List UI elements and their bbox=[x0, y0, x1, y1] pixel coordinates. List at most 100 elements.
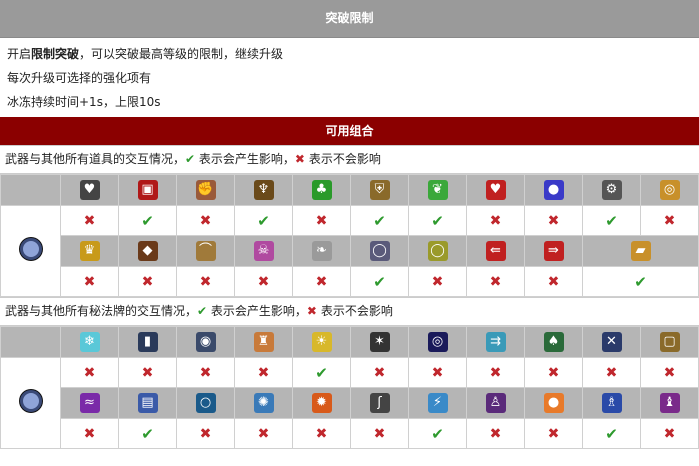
gauntlet-icon[interactable]: ✊ bbox=[195, 180, 216, 200]
weapon-icon-cell bbox=[0, 357, 61, 449]
icon-cell: ☀ bbox=[292, 326, 351, 358]
mark-cell: ✖ bbox=[60, 418, 119, 449]
icon-cell: ◎ bbox=[408, 326, 467, 358]
icon-cell: ♣ bbox=[292, 174, 351, 206]
feather-icon[interactable]: ❦ bbox=[427, 180, 448, 200]
icon-cell: ▤ bbox=[118, 387, 177, 419]
check-icon: ✔ bbox=[373, 272, 386, 291]
mark-cell: ✔ bbox=[408, 205, 467, 236]
icon-cell: ◯ bbox=[350, 235, 409, 267]
icon-cell: ✶ bbox=[350, 326, 409, 358]
skull-icon[interactable]: ☠ bbox=[253, 241, 274, 261]
cross-icon: ✖ bbox=[547, 364, 560, 381]
icon-cell: ♝ bbox=[640, 387, 699, 419]
icon-cell: ʃ bbox=[350, 387, 409, 419]
items-note-no: 表示不会影响 bbox=[308, 152, 381, 166]
mark-cell: ✖ bbox=[466, 418, 525, 449]
mark-cell: ✖ bbox=[466, 357, 525, 388]
figure-card-icon[interactable]: ♙ bbox=[485, 393, 506, 413]
ring-icon[interactable]: ◎ bbox=[659, 180, 680, 200]
icon-cell: ❄ bbox=[60, 326, 119, 358]
cross-icon: ✖ bbox=[257, 364, 270, 381]
gold-bar-icon[interactable]: ▰ bbox=[630, 241, 651, 261]
gold-ring-icon[interactable]: ◯ bbox=[427, 241, 448, 261]
mark-cell: ✔ bbox=[292, 357, 351, 388]
crown-icon[interactable]: ♛ bbox=[79, 241, 100, 261]
wing-icon[interactable]: ❧ bbox=[311, 241, 332, 261]
cross-icon: ✖ bbox=[199, 364, 212, 381]
items-note: 武器与其他所有道具的交互情况，✔ 表示会产生影响，✖ 表示不会影响 bbox=[0, 145, 699, 174]
cross-icon: ✖ bbox=[663, 425, 676, 442]
candle-card-icon[interactable]: ♜ bbox=[253, 332, 274, 352]
icon-cell: ○ bbox=[176, 387, 235, 419]
cards-table: ❄ ▮ ◉ ♜ ☀ ✶ ◎ ⇉ ♠ ✕ ▢ ✖ ✖ ✖ ✖ ✔ ✖ ✖ ✖ ✖ ✖ ✖ ≈ ▤ ○ ✺ ✹ ʃ ⚡ ♙ ● ♗ ♝ ✖ ✔ ✖ ✖… bbox=[0, 326, 699, 449]
icon-cell: ▢ bbox=[640, 326, 699, 358]
cross-icon: ✖ bbox=[489, 364, 502, 381]
blue-orb-icon[interactable]: ● bbox=[543, 180, 564, 200]
heart-helmet-icon[interactable]: ♥ bbox=[79, 180, 100, 200]
lightning-card-icon[interactable]: ⚡ bbox=[427, 393, 448, 413]
heart-icon[interactable]: ♥ bbox=[485, 180, 506, 200]
shatter-card-icon[interactable]: ✶ bbox=[369, 332, 390, 352]
ice-card-icon[interactable]: ❄ bbox=[79, 332, 100, 352]
mark-cell: ✖ bbox=[234, 357, 293, 388]
icon-cell: ♙ bbox=[466, 387, 525, 419]
check-icon: ✔ bbox=[315, 363, 328, 382]
helmet-icon[interactable]: ⌒ bbox=[195, 241, 216, 261]
mark-cell: ✖ bbox=[640, 205, 699, 236]
check-icon: ✔ bbox=[373, 211, 386, 230]
blue-figure-card-icon[interactable]: ♗ bbox=[601, 393, 622, 413]
mark-cell: ✖ bbox=[176, 205, 235, 236]
weapon-icon-cell bbox=[0, 205, 61, 297]
cross-icon: ✖ bbox=[257, 425, 270, 442]
icon-cell: ✊ bbox=[176, 174, 235, 206]
cards-note: 武器与其他所有秘法牌的交互情况，✔ 表示会产生影响，✖ 表示不会影响 bbox=[0, 297, 699, 326]
dark-card-icon[interactable]: ▮ bbox=[137, 332, 158, 352]
cake-icon[interactable]: ◆ bbox=[137, 241, 158, 261]
circle-card-icon[interactable]: ○ bbox=[195, 393, 216, 413]
orange-orb-card-icon[interactable]: ● bbox=[543, 393, 564, 413]
mark-cell: ✔ bbox=[350, 266, 409, 297]
wave-card-icon[interactable]: ≈ bbox=[79, 393, 100, 413]
arrows-card-icon[interactable]: ⇉ bbox=[485, 332, 506, 352]
red-arrow-right-icon[interactable]: ⇛ bbox=[543, 241, 564, 261]
frame-card-icon[interactable]: ▢ bbox=[659, 332, 680, 352]
cards-note-pre: 武器与其他所有秘法牌的交互情况， bbox=[5, 304, 198, 318]
purple-card-icon[interactable]: ♝ bbox=[659, 393, 680, 413]
cross-card-icon[interactable]: ✕ bbox=[601, 332, 622, 352]
icon-cell: ❦ bbox=[408, 174, 467, 206]
icon-cell: ♗ bbox=[582, 387, 641, 419]
mark-cell: ✔ bbox=[582, 266, 699, 297]
red-arrow-left-icon[interactable]: ⇚ bbox=[485, 241, 506, 261]
mark-cell: ✖ bbox=[292, 418, 351, 449]
mark-cell: ✖ bbox=[176, 266, 235, 297]
candelabra-icon[interactable]: ♆ bbox=[253, 180, 274, 200]
mark-cell: ✖ bbox=[350, 418, 409, 449]
mark-cell: ✖ bbox=[60, 357, 119, 388]
gear-icon[interactable]: ⚙ bbox=[601, 180, 622, 200]
icon-cell: ◉ bbox=[176, 326, 235, 358]
icon-cell: ♥ bbox=[466, 174, 525, 206]
gray-ring-icon[interactable]: ◯ bbox=[369, 241, 390, 261]
sigil-card-icon[interactable]: ✺ bbox=[253, 393, 274, 413]
armor-icon[interactable]: ⛨ bbox=[369, 180, 390, 200]
book-card-icon[interactable]: ▤ bbox=[137, 393, 158, 413]
spiral-card-icon[interactable]: ◎ bbox=[427, 332, 448, 352]
icon-cell: ▰ bbox=[582, 235, 699, 267]
line1-post: ，可以突破最高等级的限制，继续升级 bbox=[79, 47, 284, 61]
icon-cell: ▣ bbox=[118, 174, 177, 206]
mark-cell: ✖ bbox=[524, 266, 583, 297]
cross-icon: ✖ bbox=[199, 212, 212, 229]
mark-cell: ✖ bbox=[118, 357, 177, 388]
red-book-icon[interactable]: ▣ bbox=[137, 180, 158, 200]
mark-cell: ✖ bbox=[524, 205, 583, 236]
eye-card-icon[interactable]: ◉ bbox=[195, 332, 216, 352]
hook-card-icon[interactable]: ʃ bbox=[369, 393, 390, 413]
sun-card-icon[interactable]: ☀ bbox=[311, 332, 332, 352]
clover-icon[interactable]: ♣ bbox=[311, 180, 332, 200]
fire-card-icon[interactable]: ✹ bbox=[311, 393, 332, 413]
mark-cell: ✖ bbox=[640, 418, 699, 449]
mark-cell: ✖ bbox=[408, 266, 467, 297]
palm-card-icon[interactable]: ♠ bbox=[543, 332, 564, 352]
mark-cell: ✖ bbox=[234, 418, 293, 449]
